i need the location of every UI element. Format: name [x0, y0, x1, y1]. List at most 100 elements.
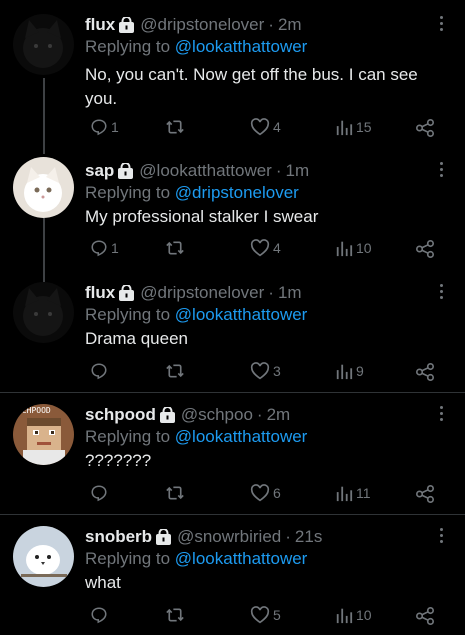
replying-to: Replying to @lookatthattower	[85, 427, 307, 447]
like-button[interactable]: 4	[250, 239, 281, 257]
replying-to: Replying to @lookatthattower	[85, 549, 307, 569]
share-icon	[416, 363, 434, 381]
view-count: 10	[356, 240, 372, 256]
share-button[interactable]	[415, 484, 435, 504]
tweet-divider	[0, 392, 465, 393]
more-options-icon[interactable]	[439, 16, 445, 34]
reply-button[interactable]: 1	[90, 239, 119, 257]
black-cat-avatar-icon	[13, 14, 74, 75]
replying-to-label: Replying to	[85, 37, 171, 56]
retweet-button[interactable]	[165, 484, 188, 502]
tweet-header: sap @lookatthattower · 1m	[85, 160, 309, 182]
reply-count: 1	[111, 240, 119, 256]
more-options-icon[interactable]	[439, 284, 445, 302]
replying-to: Replying to @dripstonelover	[85, 183, 299, 203]
replying-to-label: Replying to	[85, 305, 171, 324]
timestamp[interactable]: 21s	[295, 527, 322, 547]
like-count: 5	[273, 607, 281, 623]
mention-link[interactable]: @lookatthattower	[175, 549, 308, 568]
reply-icon	[91, 485, 107, 502]
display-name[interactable]: flux	[85, 15, 115, 35]
avatar[interactable]: SCHPOOD	[13, 404, 74, 465]
lock-icon	[159, 407, 175, 423]
view-count: 11	[356, 485, 371, 501]
mention-link[interactable]: @lookatthattower	[175, 427, 308, 446]
separator: ·	[275, 161, 282, 180]
like-button[interactable]: 3	[250, 362, 281, 380]
replying-to-label: Replying to	[85, 183, 171, 202]
like-button[interactable]: 5	[250, 606, 281, 624]
view-count: 15	[356, 119, 372, 135]
display-name[interactable]: flux	[85, 283, 115, 303]
lock-icon	[118, 163, 134, 179]
share-button[interactable]	[415, 362, 435, 382]
avatar[interactable]	[13, 157, 74, 218]
views-chart-icon	[336, 608, 353, 624]
action-bar: 6 11	[85, 484, 445, 506]
like-button[interactable]: 4	[250, 118, 281, 136]
mention-link[interactable]: @lookatthattower	[175, 37, 308, 56]
tweet-divider	[0, 514, 465, 515]
views-button[interactable]: 11	[335, 484, 371, 502]
handle[interactable]: @snowrbiried	[177, 527, 281, 547]
reply-icon	[91, 119, 107, 136]
views-chart-icon	[336, 364, 353, 380]
timestamp[interactable]: 1m	[286, 161, 310, 181]
handle[interactable]: @schpoo	[181, 405, 253, 425]
share-button[interactable]	[415, 606, 435, 626]
replying-to-label: Replying to	[85, 549, 171, 568]
retweet-button[interactable]	[165, 362, 188, 380]
handle[interactable]: @dripstonelover	[140, 15, 264, 35]
retweet-button[interactable]	[165, 606, 188, 624]
views-button[interactable]: 9	[335, 362, 364, 380]
views-chart-icon	[336, 486, 353, 502]
avatar[interactable]	[13, 14, 74, 75]
heart-icon	[250, 484, 270, 502]
retweet-icon	[166, 364, 184, 378]
replying-to: Replying to @lookatthattower	[85, 305, 307, 325]
share-button[interactable]	[415, 118, 435, 138]
retweet-button[interactable]	[165, 239, 188, 257]
more-options-icon[interactable]	[439, 162, 445, 180]
tweet[interactable]: snoberb @snowrbiried · 21s Replying to @…	[0, 526, 465, 635]
avatar[interactable]	[13, 526, 74, 587]
views-button[interactable]: 10	[335, 239, 372, 257]
more-options-icon[interactable]	[439, 406, 445, 424]
tweet[interactable]: sap @lookatthattower · 1m Replying to @d…	[0, 157, 465, 272]
retweet-icon	[166, 486, 184, 500]
heart-icon	[250, 118, 270, 136]
handle[interactable]: @dripstonelover	[140, 283, 264, 303]
views-button[interactable]: 15	[335, 118, 372, 136]
tweet-header: snoberb @snowrbiried · 21s	[85, 526, 322, 548]
like-button[interactable]: 6	[250, 484, 281, 502]
display-name[interactable]: schpood	[85, 405, 156, 425]
display-name[interactable]: sap	[85, 161, 114, 181]
reply-button[interactable]: 1	[90, 118, 119, 136]
lock-icon	[156, 529, 172, 545]
retweet-icon	[166, 608, 184, 622]
timestamp[interactable]: 2m	[278, 15, 302, 35]
tweet[interactable]: flux @dripstonelover · 1m Replying to @l…	[0, 282, 465, 386]
views-chart-icon	[336, 241, 353, 257]
reply-button[interactable]	[90, 362, 111, 380]
mention-link[interactable]: @lookatthattower	[175, 305, 308, 324]
retweet-button[interactable]	[165, 118, 188, 136]
share-icon	[416, 485, 434, 503]
mention-link[interactable]: @dripstonelover	[175, 183, 299, 202]
share-button[interactable]	[415, 239, 435, 259]
display-name[interactable]: snoberb	[85, 527, 152, 547]
tweet[interactable]: flux @dripstonelover · 2m Replying to @l…	[0, 14, 465, 154]
avatar-label: SCHPOOD	[17, 406, 51, 415]
reply-button[interactable]	[90, 484, 111, 502]
handle[interactable]: @lookatthattower	[139, 161, 272, 181]
heart-icon	[250, 239, 270, 257]
tweet-text: No, you can't. Now get off the bus. I ca…	[85, 65, 418, 108]
tweet[interactable]: SCHPOOD schpood @schpoo · 2m Replying to…	[0, 404, 465, 510]
black-cat-avatar-icon	[13, 282, 74, 343]
views-button[interactable]: 10	[335, 606, 372, 624]
timestamp[interactable]: 1m	[278, 283, 302, 303]
reply-button[interactable]	[90, 606, 111, 624]
timestamp[interactable]: 2m	[267, 405, 291, 425]
more-options-icon[interactable]	[439, 528, 445, 546]
avatar[interactable]	[13, 282, 74, 343]
